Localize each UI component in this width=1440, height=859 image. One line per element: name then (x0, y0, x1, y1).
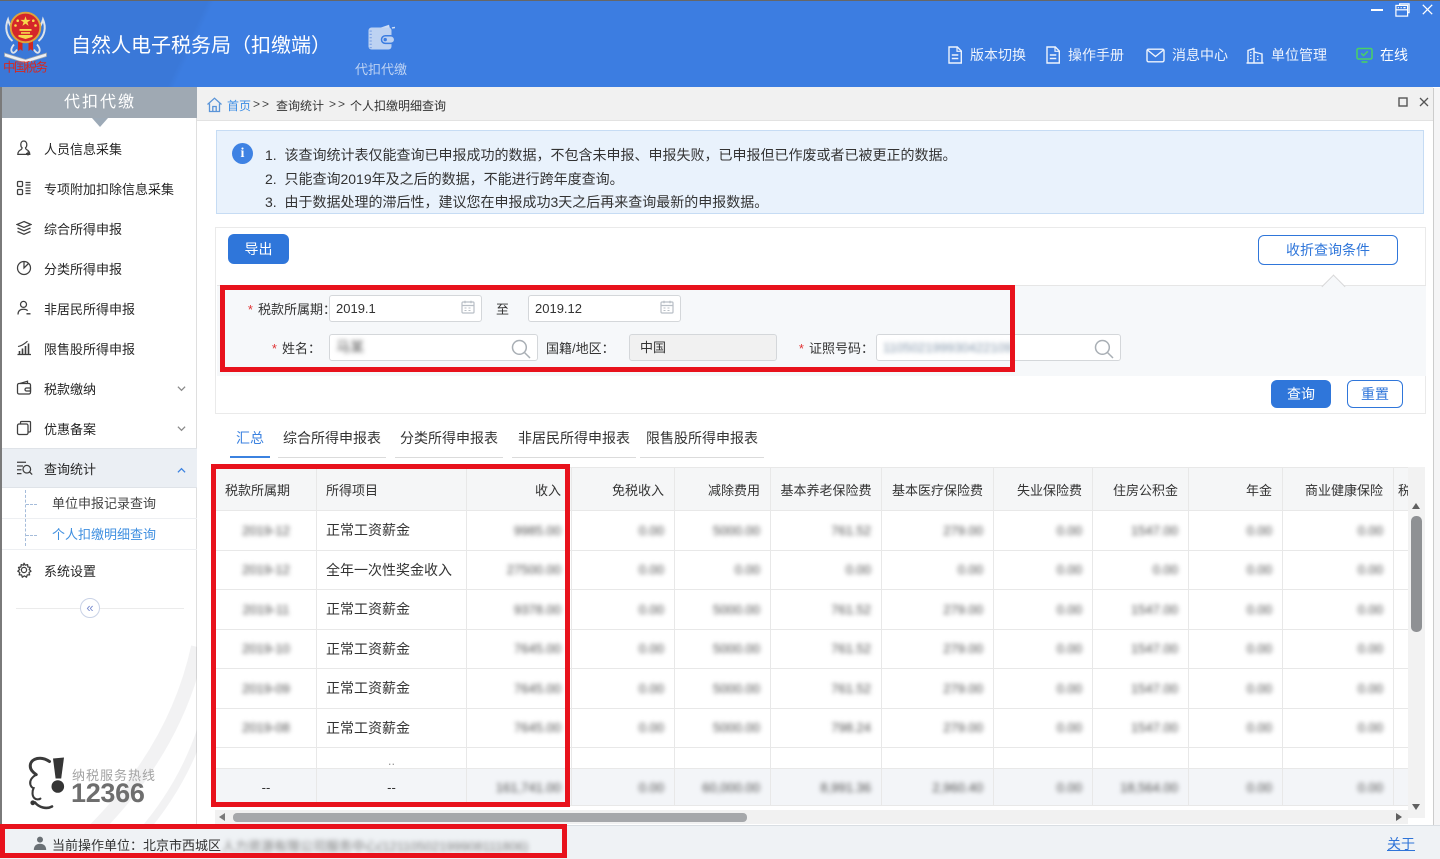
svg-text:中国税务: 中国税务 (3, 57, 48, 75)
